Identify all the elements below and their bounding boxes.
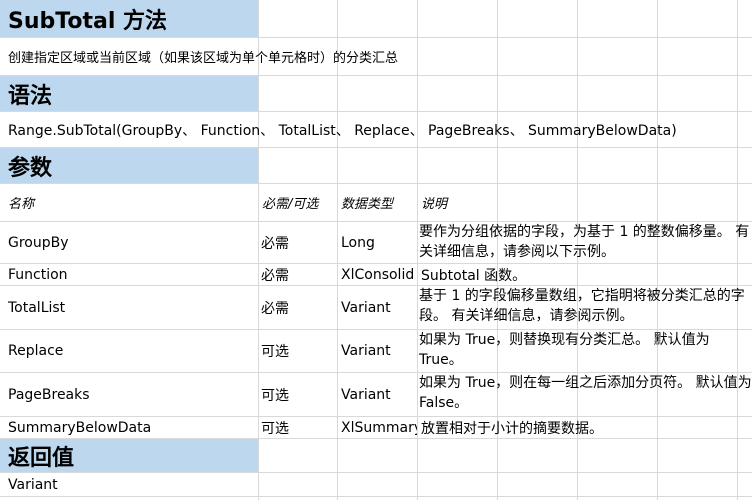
param-required-cell[interactable]: 必需 [258, 286, 337, 329]
column-header-description[interactable]: 说明 [417, 184, 752, 221]
column-header-required[interactable]: 必需/可选 [258, 184, 337, 221]
page-title[interactable]: SubTotal 方法 [0, 0, 258, 37]
method-description[interactable]: 创建指定区域或当前区域（如果该区域为单个单元格时）的分类汇总 [0, 38, 752, 75]
column-header-name[interactable]: 名称 [0, 184, 258, 221]
param-description-cell[interactable]: 放置相对于小计的摘要数据。 [417, 417, 752, 438]
param-required-cell[interactable]: 可选 [258, 417, 337, 438]
return-header[interactable]: 返回值 [0, 439, 258, 472]
param-description-cell[interactable]: 如果为 True，则在每一组之后添加分页符。 默认值为 False。 [417, 373, 752, 416]
params-header[interactable]: 参数 [0, 148, 258, 183]
param-type-cell[interactable]: Variant [337, 373, 417, 416]
param-type-cell[interactable]: Variant [337, 330, 417, 372]
param-type-cell[interactable]: XlConsolid [337, 264, 417, 285]
param-type-cell[interactable]: Long [337, 222, 417, 263]
spreadsheet-grid: SubTotal 方法 创建指定区域或当前区域（如果该区域为单个单元格时）的分类… [0, 0, 752, 500]
param-required-cell[interactable]: 可选 [258, 373, 337, 416]
param-name-cell[interactable]: Function [0, 264, 258, 285]
param-required-cell[interactable]: 必需 [258, 264, 337, 285]
param-type-cell[interactable]: XlSummary [337, 417, 417, 438]
param-name-cell[interactable]: Replace [0, 330, 258, 372]
param-description-cell[interactable]: 如果为 True，则替换现有分类汇总。 默认值为 True。 [417, 330, 752, 372]
param-name-cell[interactable]: PageBreaks [0, 373, 258, 416]
param-required-cell[interactable]: 必需 [258, 222, 337, 263]
syntax-header[interactable]: 语法 [0, 76, 258, 111]
return-value[interactable]: Variant [0, 473, 258, 496]
param-description-cell[interactable]: 基于 1 的字段偏移量数组，它指明将被分类汇总的字段。 有关详细信息，请参阅示例… [417, 286, 752, 329]
param-name-cell[interactable]: TotalList [0, 286, 258, 329]
column-header-type[interactable]: 数据类型 [337, 184, 417, 221]
param-description-cell[interactable]: Subtotal 函数。 [417, 264, 752, 285]
syntax-text[interactable]: Range.SubTotal(GroupBy、 Function、 TotalL… [0, 112, 752, 147]
gridline [0, 496, 752, 497]
param-name-cell[interactable]: SummaryBelowData [0, 417, 258, 438]
param-required-cell[interactable]: 可选 [258, 330, 337, 372]
param-description-cell[interactable]: 要作为分组依据的字段，为基于 1 的整数偏移量。 有关详细信息，请参阅以下示例。 [417, 222, 752, 263]
param-type-cell[interactable]: Variant [337, 286, 417, 329]
param-name-cell[interactable]: GroupBy [0, 222, 258, 263]
